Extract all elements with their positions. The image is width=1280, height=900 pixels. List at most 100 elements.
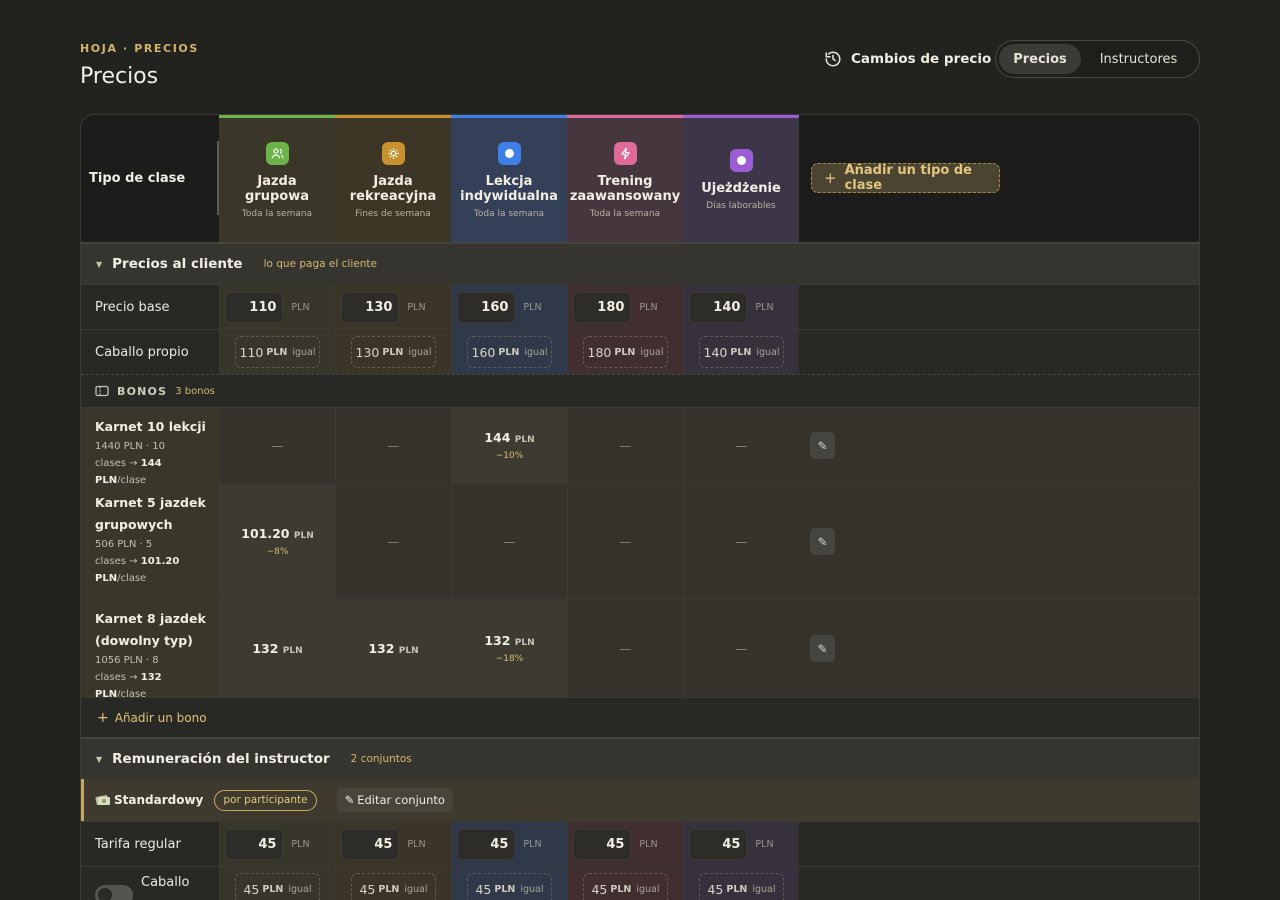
empty-dash: — — [619, 534, 632, 549]
currency-unit: PLN — [291, 301, 310, 313]
edit-bono-button[interactable]: ✎ — [810, 635, 835, 662]
caret-down-icon: ▼ — [96, 754, 103, 764]
class-column-header[interactable]: Lekcja indywidualna Toda la semana — [451, 115, 567, 242]
currency-unit: PLN — [523, 301, 542, 313]
pencil-icon: ✎ — [344, 793, 355, 807]
bono-detail: 506 PLN · 5 clases → 101.20 PLN/clase — [95, 536, 215, 587]
base-price-input[interactable]: 140 — [689, 291, 748, 323]
base-price-cell: 110 PLN — [219, 285, 335, 329]
bono-cell[interactable]: — — [567, 600, 683, 697]
bono-cell[interactable]: 132 PLN — [219, 600, 335, 697]
regular-rate-input[interactable]: 45 — [225, 828, 284, 860]
bono-cell[interactable]: 132 PLN — [335, 600, 451, 697]
bono-cell[interactable]: — — [683, 484, 799, 599]
base-price-input[interactable]: 130 — [341, 291, 400, 323]
instructor-own-horse-rate-value: 45 — [707, 881, 724, 897]
bono-cell[interactable]: 101.20 PLN −8% — [219, 484, 335, 599]
currency-unit: PLN — [614, 346, 636, 358]
class-column-header[interactable]: Jazda grupowa Toda la semana — [219, 115, 335, 242]
own-horse-price-cell: 160 PLN igual — [451, 330, 567, 374]
own-horse-price-input[interactable]: 110 PLN igual — [235, 336, 320, 368]
pencil-icon: ✎ — [817, 534, 828, 549]
tab-instructores[interactable]: Instructores — [1081, 44, 1196, 74]
bono-cell[interactable]: — — [683, 600, 799, 697]
bono-cell[interactable]: — — [219, 408, 335, 483]
bono-detail: 1056 PLN · 8 clases → 132 PLN/clase — [95, 652, 215, 703]
bono-row: Karnet 5 jazdek grupowych 506 PLN · 5 clas… — [81, 483, 1199, 599]
own-horse-label: Caballo propio — [95, 344, 189, 360]
bono-price: 101.20 PLN −8% — [241, 526, 313, 557]
bono-cell[interactable]: — — [451, 484, 567, 599]
tab-precios[interactable]: Precios — [999, 44, 1081, 74]
caret-down-icon: ▼ — [96, 259, 103, 269]
empty-dash: — — [387, 534, 400, 549]
header-actions: + Añadir un tipo de clase — [799, 115, 1199, 242]
empty-dash: — — [735, 641, 748, 656]
base-price-cell: 160 PLN — [451, 285, 567, 329]
bono-cell[interactable]: — — [567, 408, 683, 483]
own-horse-toggle[interactable] — [95, 885, 133, 900]
own-horse-price-input[interactable]: 140 PLN igual — [699, 336, 784, 368]
class-schedule: Toda la semana — [473, 208, 545, 219]
empty-dash: — — [619, 641, 632, 656]
add-class-type-label: Añadir un tipo de clase — [844, 163, 972, 193]
class-name: Lekcja indywidualna — [460, 173, 558, 204]
instructor-own-horse-rate-input[interactable]: 45 PLN igual — [583, 873, 668, 900]
equal-tag: igual — [292, 346, 316, 358]
currency-unit: PLN — [639, 838, 658, 850]
edit-bono-button[interactable]: ✎ — [810, 432, 835, 459]
regular-rate-input[interactable]: 45 — [457, 828, 516, 860]
currency-unit: PLN — [498, 346, 520, 358]
client-prices-section[interactable]: ▼ Precios al cliente lo que paga el clie… — [81, 242, 1199, 284]
instructor-own-horse-rate-input[interactable]: 45 PLN igual — [351, 873, 436, 900]
instructor-pay-section[interactable]: ▼ Remuneración del instructor 2 conjunto… — [81, 737, 1199, 779]
regular-rate-input[interactable]: 45 — [341, 828, 400, 860]
bono-cell[interactable]: — — [567, 484, 683, 599]
currency-unit: PLN — [407, 838, 426, 850]
bono-cell[interactable]: — — [335, 408, 451, 483]
class-schedule: Toda la semana — [241, 208, 313, 219]
bono-price: 132 PLN — [368, 641, 418, 656]
class-column-header[interactable]: Trening zaawansowany Toda la semana — [567, 115, 683, 242]
own-horse-price-input[interactable]: 130 PLN igual — [351, 336, 436, 368]
add-bono-label: Añadir un bono — [114, 710, 207, 725]
own-horse-price-value: 160 — [471, 344, 496, 360]
bono-price-number: 132 — [368, 641, 395, 656]
pricing-sheet: Tipo de clase Jazda grupowa Toda la seman… — [80, 114, 1200, 900]
edit-pay-set-button[interactable]: ✎ Editar conjunto — [336, 788, 453, 812]
currency-unit: PLN — [639, 301, 658, 313]
currency-unit: PLN — [610, 883, 632, 895]
instructor-own-horse-rate-input[interactable]: 45 PLN igual — [699, 873, 784, 900]
edit-bono-button[interactable]: ✎ — [810, 528, 835, 555]
own-horse-price-input[interactable]: 160 PLN igual — [467, 336, 552, 368]
currency-unit: PLN — [755, 838, 774, 850]
bono-cell[interactable]: — — [335, 484, 451, 599]
base-price-input[interactable]: 160 — [457, 291, 516, 323]
bono-classes: clases → — [95, 672, 138, 683]
bono-cell[interactable]: 144 PLN −10% — [451, 408, 567, 483]
currency-unit: PLN — [514, 435, 535, 445]
class-column-header[interactable]: Jazda rekreacyjna Fines de semana — [335, 115, 451, 242]
add-class-type-button[interactable]: + Añadir un tipo de clase — [811, 163, 1000, 193]
own-horse-price-value: 140 — [703, 344, 728, 360]
bono-cell[interactable]: 132 PLN −18% — [451, 600, 567, 697]
add-bono-button[interactable]: + Añadir un bono — [81, 697, 1199, 737]
price-history-button[interactable]: Cambios de precio — [824, 48, 991, 70]
regular-rate-input[interactable]: 45 — [689, 828, 748, 860]
class-column-header[interactable]: Ujeżdżenie Días laborables — [683, 115, 799, 242]
regular-rate-input[interactable]: 45 — [573, 828, 632, 860]
own-horse-price-input[interactable]: 180 PLN igual — [583, 336, 668, 368]
bonos-count: 3 bonos — [175, 385, 215, 397]
bolt-icon — [613, 141, 637, 165]
bono-discount: −18% — [495, 654, 524, 664]
bono-cell[interactable]: — — [683, 408, 799, 483]
base-price-input[interactable]: 180 — [573, 291, 632, 323]
instructor-own-horse-rate-input[interactable]: 45 PLN igual — [467, 873, 552, 900]
regular-rate-label: Tarifa regular — [95, 836, 181, 852]
regular-rate-cell: 45 PLN — [335, 822, 451, 866]
bono-detail: 1440 PLN · 10 clases → 144 PLN/clase — [95, 438, 215, 489]
instructor-own-horse-rate-input[interactable]: 45 PLN igual — [235, 873, 320, 900]
base-price-input[interactable]: 110 — [225, 291, 284, 323]
class-name: Ujeżdżenie — [701, 181, 781, 196]
column-header-content: Jazda rekreacyjna Fines de semana — [335, 118, 451, 242]
